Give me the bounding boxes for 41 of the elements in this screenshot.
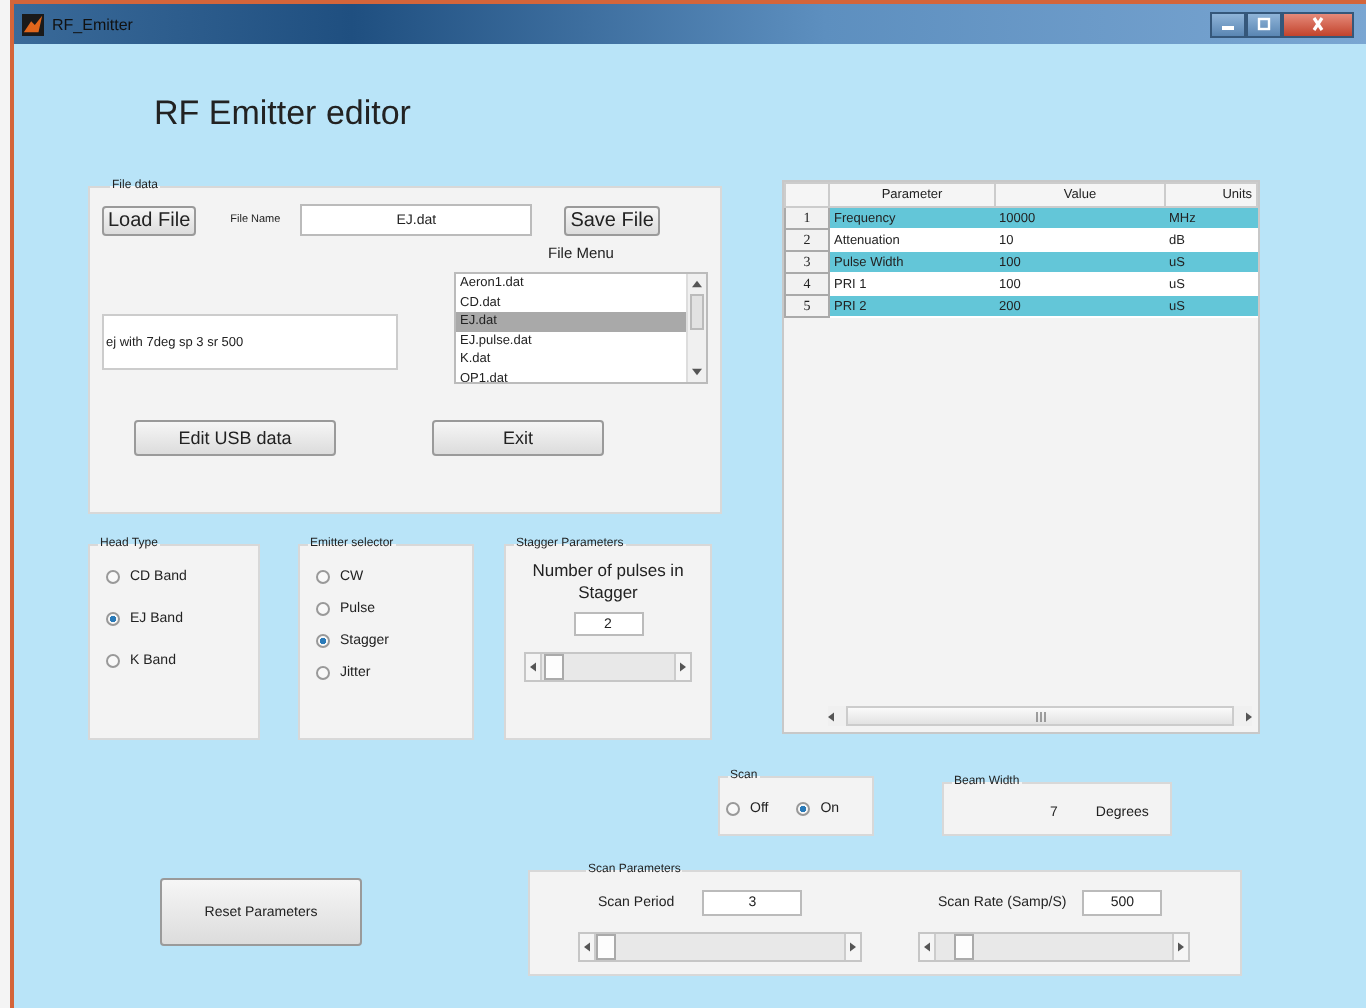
exit-button[interactable]: Exit xyxy=(432,420,604,456)
slider[interactable] xyxy=(918,932,1190,962)
scroll-thumb[interactable] xyxy=(690,294,704,330)
app-icon xyxy=(22,13,44,35)
radio-button[interactable] xyxy=(316,570,330,584)
left-arrow-icon xyxy=(924,942,930,952)
load-file-button[interactable]: Load File xyxy=(102,205,197,235)
save-file-button[interactable]: Save File xyxy=(564,205,660,235)
radio-button[interactable] xyxy=(316,634,330,648)
right-arrow-icon xyxy=(850,942,856,952)
close-button[interactable] xyxy=(1282,11,1354,37)
radio-button[interactable] xyxy=(106,654,120,668)
radio-button[interactable] xyxy=(106,612,120,626)
radio-button[interactable] xyxy=(106,570,120,584)
left-arrow-icon xyxy=(530,662,536,672)
radio-button[interactable] xyxy=(316,602,330,616)
window-title: RF_Emitter xyxy=(52,15,133,33)
maximize-icon xyxy=(1254,16,1274,32)
page-heading: RF Emitter editor xyxy=(154,94,411,134)
close-icon xyxy=(1308,16,1328,32)
radio-button[interactable] xyxy=(796,802,811,816)
right-arrow-icon xyxy=(1246,711,1252,721)
grip-icon xyxy=(1035,711,1045,721)
vertical-scrollbar[interactable] xyxy=(686,274,706,382)
left-arrow-icon xyxy=(828,711,834,721)
left-arrow-icon xyxy=(584,942,590,952)
slider-thumb[interactable] xyxy=(953,934,974,960)
minimize-button[interactable] xyxy=(1210,11,1246,37)
slider-thumb[interactable] xyxy=(544,654,565,680)
slider[interactable] xyxy=(578,932,862,962)
right-arrow-icon xyxy=(680,662,686,672)
slider[interactable] xyxy=(524,652,692,682)
radio-button[interactable] xyxy=(726,802,740,816)
right-arrow-icon xyxy=(1178,942,1184,952)
pulses-label: Number of pulses in Stagger xyxy=(530,560,686,604)
maximize-button[interactable] xyxy=(1246,11,1282,37)
slider-thumb[interactable] xyxy=(596,934,616,960)
down-arrow-icon xyxy=(692,368,702,376)
up-arrow-icon xyxy=(692,280,702,288)
edit-usb-data-button[interactable]: Edit USB data xyxy=(134,420,336,456)
radio-button[interactable] xyxy=(316,666,330,680)
